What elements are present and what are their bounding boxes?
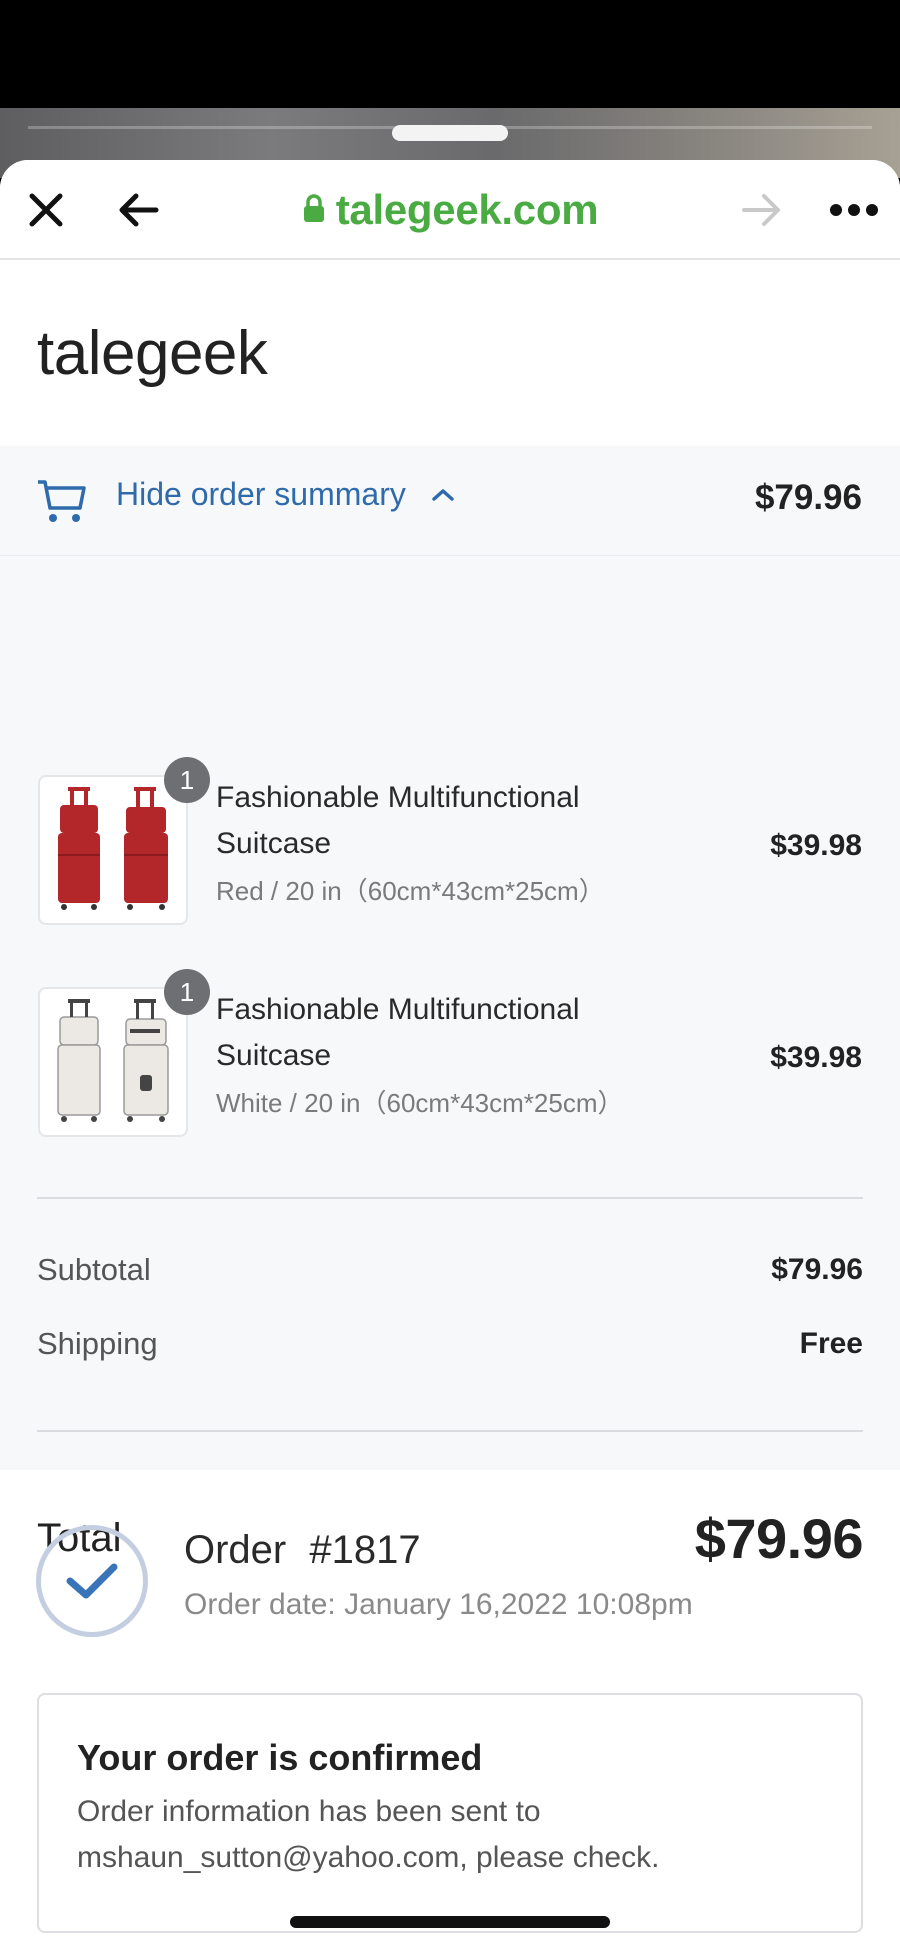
line-item: 1 Fashionable Multifunctional Suitcase W…	[0, 969, 900, 1147]
product-variant: Red / 20 in（60cm*43cm*25cm）	[216, 876, 605, 906]
status-area	[0, 0, 900, 110]
chevron-up-icon[interactable]	[430, 486, 456, 509]
summary-total: $79.96	[754, 478, 862, 517]
product-price: $39.98	[770, 829, 862, 862]
store-name[interactable]: talegeek	[37, 318, 268, 389]
confirmation-message: Order information has been sent to mshau…	[77, 1795, 660, 1874]
shipping-label: Shipping	[37, 1326, 158, 1361]
toggle-summary-label[interactable]: Hide order summary	[116, 476, 406, 513]
cart-icon	[36, 476, 86, 531]
order-date-value: January 16,2022 10:08pm	[344, 1588, 693, 1621]
product-price: $39.98	[770, 1041, 862, 1074]
product-name: Fashionable Multifunctional Suitcase	[216, 993, 580, 1072]
url-text: talegeek.com	[335, 186, 599, 233]
product-name: Fashionable Multifunctional Suitcase	[216, 781, 580, 860]
confirmation-title: Your order is confirmed	[77, 1737, 483, 1778]
address-bar[interactable]: talegeek.com	[280, 182, 620, 238]
more-icon[interactable]	[826, 182, 882, 238]
lock-icon	[302, 193, 326, 228]
home-indicator[interactable]	[290, 1916, 610, 1928]
total-row: Total $79.96	[37, 1506, 864, 1571]
shipping-value: Free	[799, 1327, 863, 1360]
order-date: Order date: January 16,2022 10:08pm	[184, 1588, 693, 1622]
forward-arrow-icon[interactable]	[734, 182, 790, 238]
line-item: 1 Fashionable Multifunctional Suitcase R…	[0, 757, 900, 935]
product-image	[38, 775, 188, 925]
divider	[37, 1430, 863, 1432]
order-summary: Hide order summary $79.96 1 Fashionable …	[0, 446, 900, 1470]
quantity-badge: 1	[164, 969, 210, 1015]
subtotal-label: Subtotal	[37, 1252, 151, 1287]
total-value: $79.96	[694, 1507, 864, 1570]
divider	[37, 1197, 863, 1199]
close-icon[interactable]	[18, 182, 74, 238]
order-id: #1817	[309, 1528, 421, 1572]
order-number: Order #1817	[184, 1528, 421, 1573]
product-image	[38, 987, 188, 1137]
order-summary-toggle[interactable]: Hide order summary $79.96	[0, 446, 900, 556]
product-variant: White / 20 in（60cm*43cm*25cm）	[216, 1088, 624, 1118]
browser-toolbar: talegeek.com	[0, 160, 900, 260]
order-label: Order	[184, 1528, 287, 1572]
order-confirmed-check-icon	[36, 1525, 148, 1637]
subtotal-value: $79.96	[771, 1253, 863, 1286]
browser-sheet: talegeek.com talegeek Hide order summary…	[0, 160, 900, 1947]
shipping-row: Shipping Free	[37, 1326, 863, 1362]
back-arrow-icon[interactable]	[110, 182, 166, 238]
quantity-badge: 1	[164, 757, 210, 803]
subtotal-row: Subtotal $79.96	[37, 1252, 863, 1288]
order-date-label: Order date:	[184, 1588, 336, 1621]
sheet-grabber[interactable]	[392, 125, 508, 141]
confirmation-card: Your order is confirmed Order informatio…	[37, 1693, 863, 1933]
